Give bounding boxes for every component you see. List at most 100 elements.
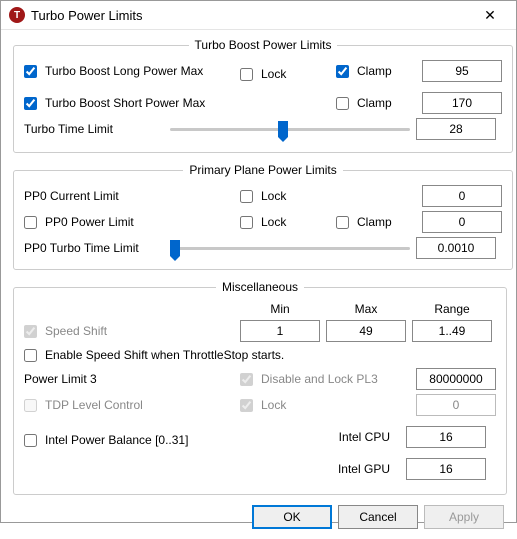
turbo-boost-title: Turbo Boost Power Limits — [189, 38, 338, 52]
turbo-time-value[interactable]: 28 — [416, 118, 496, 140]
pp0-lock1-label: Lock — [261, 189, 286, 203]
pp0-current-row: PP0 Current Limit Lock 0 — [24, 185, 502, 207]
primary-plane-group: Primary Plane Power Limits PP0 Current L… — [13, 163, 513, 270]
pp0-lock2-input[interactable] — [240, 216, 253, 229]
clamp1-label: Clamp — [357, 64, 392, 78]
slider-track — [170, 247, 410, 250]
turbo-time-label: Turbo Time Limit — [24, 122, 164, 136]
pp0-turbo-label: PP0 Turbo Time Limit — [24, 241, 164, 255]
short-power-max-input[interactable] — [24, 97, 37, 110]
turbo-lock-input[interactable] — [240, 68, 253, 81]
tdp-lock-input — [240, 399, 253, 412]
intel-pb-checkbox[interactable]: Intel Power Balance [0..31] — [24, 433, 294, 447]
turbo-time-slider[interactable] — [170, 119, 410, 139]
slider-thumb[interactable] — [170, 240, 180, 256]
pp0-power-row: PP0 Power Limit Lock Clamp 0 — [24, 211, 502, 233]
turbo-boost-group: Turbo Boost Power Limits Turbo Boost Lon… — [13, 38, 513, 153]
pp0-clamp-checkbox[interactable]: Clamp — [336, 215, 416, 229]
cancel-button[interactable]: Cancel — [338, 505, 418, 529]
misc-group: Miscellaneous Min Max Range Speed Shift … — [13, 280, 507, 495]
power-limit3-label: Power Limit 3 — [24, 372, 234, 386]
speed-shift-max[interactable]: 49 — [326, 320, 406, 342]
speed-shift-min[interactable]: 1 — [240, 320, 320, 342]
window-title: Turbo Power Limits — [31, 8, 143, 23]
pp0-turbo-row: PP0 Turbo Time Limit 0.0010 — [24, 237, 502, 259]
pp0-current-label: PP0 Current Limit — [24, 189, 234, 203]
short-power-max-checkbox[interactable]: Turbo Boost Short Power Max — [24, 96, 234, 110]
tdp-value: 0 — [416, 394, 496, 416]
speed-shift-label: Speed Shift — [45, 324, 107, 338]
long-power-max-label: Turbo Boost Long Power Max — [45, 64, 203, 78]
pp0-turbo-slider[interactable] — [170, 238, 410, 258]
pp0-clamp-label: Clamp — [357, 215, 392, 229]
long-power-value[interactable]: 95 — [422, 60, 502, 82]
clamp2-checkbox[interactable]: Clamp — [336, 96, 416, 110]
speed-shift-range: 1..49 — [412, 320, 492, 342]
short-power-value[interactable]: 170 — [422, 92, 502, 114]
intel-pb-input[interactable] — [24, 434, 37, 447]
pp0-lock2-checkbox[interactable]: Lock — [240, 215, 330, 229]
intel-pb-row1: Intel Power Balance [0..31] Intel CPU 16 — [24, 426, 496, 454]
clamp2-input[interactable] — [336, 97, 349, 110]
power-limit3-value[interactable]: 80000000 — [416, 368, 496, 390]
enable-ss-row: Enable Speed Shift when ThrottleStop sta… — [24, 348, 496, 362]
app-icon: T — [9, 7, 25, 23]
pp0-power-value[interactable]: 0 — [422, 211, 502, 233]
tdp-lock-checkbox: Lock — [240, 398, 410, 412]
apply-button: Apply — [424, 505, 504, 529]
button-bar: OK Cancel Apply — [1, 505, 516, 539]
short-power-row: Turbo Boost Short Power Max Clamp 170 — [24, 92, 502, 114]
min-header: Min — [240, 302, 320, 316]
close-button[interactable]: ✕ — [470, 1, 510, 29]
enable-ss-input[interactable] — [24, 349, 37, 362]
speed-shift-checkbox: Speed Shift — [24, 324, 234, 338]
disable-pl3-checkbox: Disable and Lock PL3 — [240, 372, 410, 386]
max-header: Max — [326, 302, 406, 316]
enable-ss-label: Enable Speed Shift when ThrottleStop sta… — [45, 348, 284, 362]
pp0-lock2-label: Lock — [261, 215, 286, 229]
misc-title: Miscellaneous — [216, 280, 304, 294]
titlebar-left: T Turbo Power Limits — [9, 7, 143, 23]
range-header: Range — [412, 302, 492, 316]
speed-shift-row: Speed Shift 1 49 1..49 — [24, 320, 496, 342]
disable-pl3-label: Disable and Lock PL3 — [261, 372, 378, 386]
turbo-time-row: Turbo Time Limit 28 — [24, 118, 502, 140]
slider-track — [170, 128, 410, 131]
clamp1-checkbox[interactable]: Clamp — [336, 64, 416, 78]
tdp-lock-label: Lock — [261, 398, 286, 412]
pp0-turbo-value[interactable]: 0.0010 — [416, 237, 496, 259]
speed-shift-input — [24, 325, 37, 338]
tdp-checkbox: TDP Level Control — [24, 398, 234, 412]
tdp-row: TDP Level Control Lock 0 — [24, 394, 496, 416]
intel-gpu-label: Intel GPU — [300, 462, 400, 476]
turbo-lock-label: Lock — [261, 67, 286, 81]
enable-ss-checkbox[interactable]: Enable Speed Shift when ThrottleStop sta… — [24, 348, 496, 362]
long-power-max-checkbox[interactable]: Turbo Boost Long Power Max — [24, 64, 234, 78]
pp0-clamp-input[interactable] — [336, 216, 349, 229]
pp0-power-checkbox[interactable]: PP0 Power Limit — [24, 215, 234, 229]
dialog-body: Turbo Boost Power Limits Turbo Boost Lon… — [1, 30, 516, 505]
pp0-current-value[interactable]: 0 — [422, 185, 502, 207]
long-power-row: Turbo Boost Long Power Max Lock Clamp 95 — [24, 60, 502, 88]
tdp-input — [24, 399, 37, 412]
turbo-lock-checkbox[interactable]: Lock — [240, 67, 330, 81]
window: T Turbo Power Limits ✕ Turbo Boost Power… — [0, 0, 517, 523]
pp0-power-label: PP0 Power Limit — [45, 215, 134, 229]
titlebar: T Turbo Power Limits ✕ — [1, 1, 516, 30]
clamp1-input[interactable] — [336, 65, 349, 78]
pp0-power-input[interactable] — [24, 216, 37, 229]
primary-plane-title: Primary Plane Power Limits — [183, 163, 342, 177]
intel-cpu-label: Intel CPU — [300, 430, 400, 444]
misc-header-row: Min Max Range — [24, 302, 496, 316]
slider-thumb[interactable] — [278, 121, 288, 137]
disable-pl3-input — [240, 373, 253, 386]
intel-cpu-value[interactable]: 16 — [406, 426, 486, 448]
power-limit3-row: Power Limit 3 Disable and Lock PL3 80000… — [24, 368, 496, 390]
short-power-max-label: Turbo Boost Short Power Max — [45, 96, 205, 110]
intel-gpu-value[interactable]: 16 — [406, 458, 486, 480]
tdp-label: TDP Level Control — [45, 398, 143, 412]
ok-button[interactable]: OK — [252, 505, 332, 529]
long-power-max-input[interactable] — [24, 65, 37, 78]
pp0-lock1-input[interactable] — [240, 190, 253, 203]
pp0-lock1-checkbox[interactable]: Lock — [240, 189, 330, 203]
